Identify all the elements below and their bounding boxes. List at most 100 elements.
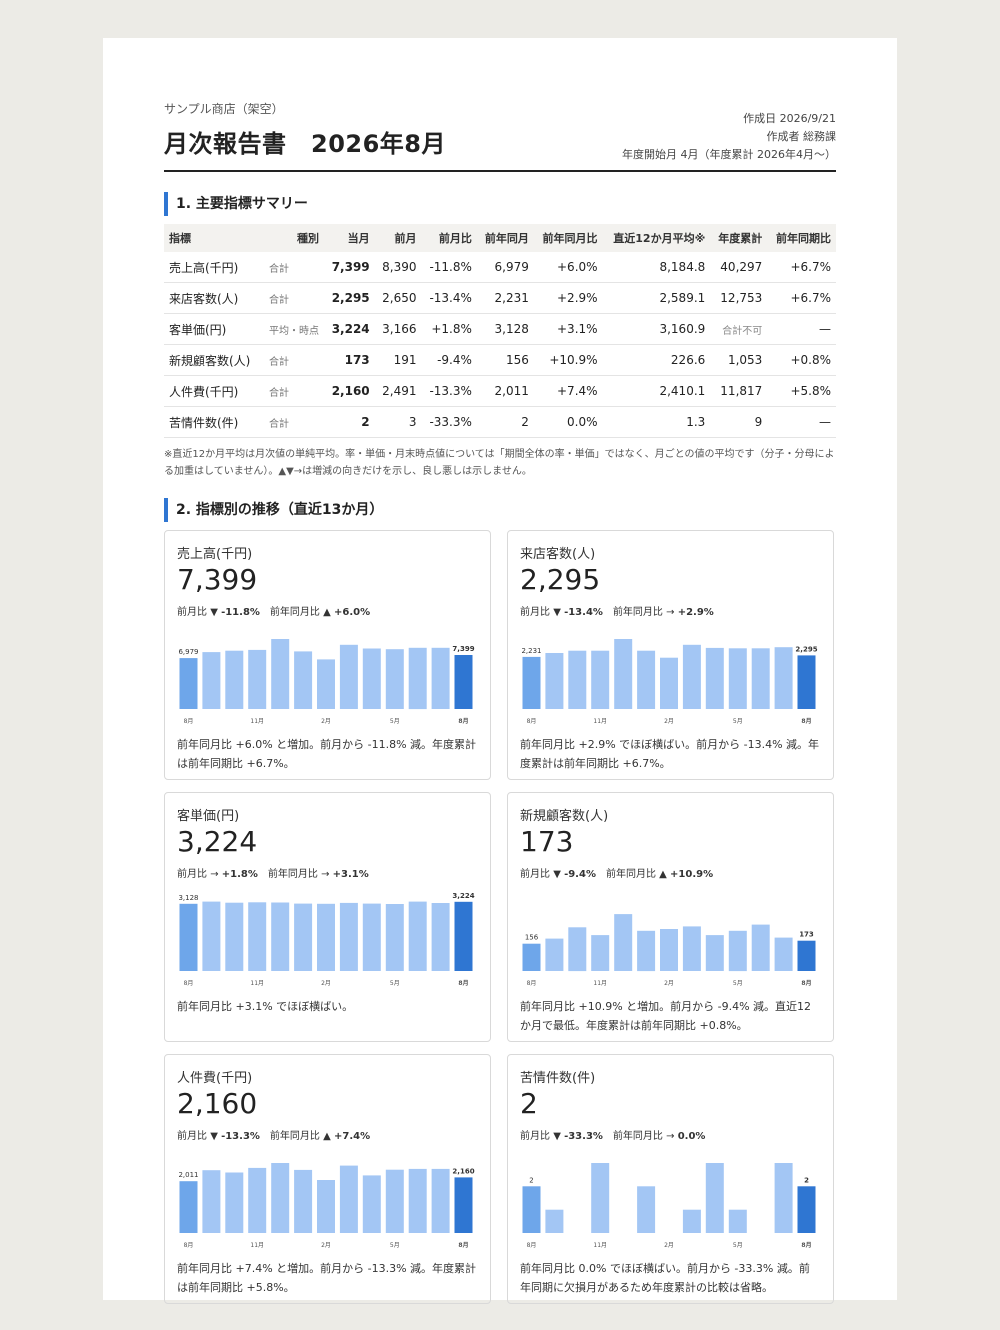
- chart-bar: [660, 657, 678, 709]
- table-cell: 2,410.1: [602, 375, 711, 407]
- yoy-value: +10.9%: [670, 869, 714, 880]
- table-cell: 2,160: [324, 375, 375, 407]
- chart-bar: [591, 1163, 610, 1233]
- chart-tick-label: 11月: [250, 718, 264, 725]
- card-title: 人件費(千円): [177, 1071, 253, 1086]
- mom-label: 前月比: [177, 607, 207, 618]
- table-cell: 6,979: [476, 252, 534, 283]
- chart-bar: [454, 655, 473, 709]
- chart-tick-label: 2月: [321, 1242, 331, 1249]
- chart-data-label: 2: [529, 1176, 533, 1184]
- yoy-label: 前年同月比: [605, 869, 656, 880]
- chart-bar: [751, 648, 770, 709]
- mom-value: -9.4%: [564, 869, 596, 880]
- table-cell: -13.3%: [421, 375, 477, 407]
- mom-arrow-icon: ▼: [553, 869, 561, 880]
- chart-tick-label: 11月: [250, 980, 264, 987]
- table-cell: +10.9%: [533, 344, 603, 376]
- table-row: 人件費(千円) 合計 2,160 2,491 -13.3% 2,011 +7.4% 2,410…: [164, 375, 836, 407]
- col-kind: 種別: [264, 224, 324, 252]
- yoy-label: 前年同月比: [269, 1131, 320, 1142]
- author: 作成者 総務課: [766, 130, 837, 143]
- chart-bar: [362, 1175, 381, 1233]
- table-cell: 9: [710, 406, 768, 438]
- table-cell: +6.0%: [533, 252, 603, 283]
- chart-tick-label: 11月: [593, 1242, 607, 1249]
- table-cell: +5.8%: [767, 375, 836, 407]
- table-cell: 1.3: [602, 406, 711, 438]
- table-cell: 11,817: [710, 375, 768, 407]
- chart-bar: [317, 659, 335, 709]
- table-note: ※直近12か月平均は月次値の単純平均。率・単価・月末時点値については「期間全体の…: [164, 449, 835, 477]
- col-ytd: 年度累計: [710, 224, 768, 252]
- mom-arrow-icon: ▼: [553, 607, 561, 618]
- col-yoy: 前年同月比: [533, 224, 603, 252]
- chart-bar: [179, 1181, 198, 1233]
- chart-tick-label: 8月: [527, 1242, 537, 1249]
- section-heading-summary: 1. 主要指標サマリー: [164, 192, 836, 216]
- card-comment: 前年同月比 +7.4% と増加。前月から -13.3% 減。年度累計は前年同期比…: [177, 1262, 477, 1294]
- chart-bar: [728, 648, 747, 709]
- created-date: 作成日 2026/9/21: [743, 112, 836, 125]
- card-delta: 前月比 ▼ -9.4% 前年同月比 ▲ +10.9%: [520, 865, 713, 880]
- fiscal-start: 年度開始月 4月（年度累計 2026年4月〜）: [622, 148, 836, 161]
- table-cell: 226.6: [602, 344, 711, 376]
- chart-tick-label: 8月: [184, 980, 194, 987]
- table-cell: —: [767, 406, 836, 438]
- table-cell: 3: [374, 406, 422, 438]
- table-cell: 2,491: [374, 375, 422, 407]
- trend-bar-chart: 2,011 2,160 8月 11月 2月 5月 8月: [178, 1163, 475, 1249]
- table-cell: -13.4%: [421, 282, 477, 314]
- chart-bar: [591, 650, 610, 709]
- yoy-arrow-icon: ▲: [659, 869, 667, 880]
- chart-bar: [225, 650, 244, 709]
- chart-bar: [568, 927, 587, 972]
- section-heading-trends: 2. 指標別の推移（直近13か月）: [164, 498, 836, 522]
- table-cell: 12,753: [710, 282, 768, 314]
- chart-bar: [225, 1172, 244, 1233]
- mom-arrow-icon: →: [210, 869, 219, 880]
- mom-label: 前月比: [520, 1131, 550, 1142]
- chart-tick-label: 5月: [733, 980, 743, 987]
- chart-bar: [454, 901, 473, 971]
- chart-bar: [637, 1186, 656, 1233]
- chart-bar: [317, 903, 335, 971]
- card-delta: 前月比 ▼ -11.8% 前年同月比 ▲ +6.0%: [177, 603, 370, 618]
- chart-bar: [591, 935, 610, 971]
- chart-data-label: 6,979: [178, 648, 198, 656]
- table-cell: +6.7%: [767, 252, 836, 283]
- yoy-label: 前年同月比: [269, 607, 320, 618]
- yoy-value: +7.4%: [334, 1131, 371, 1142]
- yoy-value: +6.0%: [334, 607, 371, 618]
- report-header: サンプル商店（架空） 月次報告書 2026年8月 作成日 2026/9/21 作…: [164, 98, 836, 172]
- table-cell: —: [767, 313, 836, 345]
- chart-tick-label: 8月: [527, 718, 537, 725]
- table-row: 新規顧客数(人) 合計 173 191 -9.4% 156 +10.9% 226.6 1,053…: [164, 344, 836, 376]
- chart-bar: [431, 647, 450, 709]
- chart-bar: [294, 1169, 313, 1233]
- card-delta: 前月比 ▼ -13.3% 前年同月比 ▲ +7.4%: [177, 1127, 370, 1142]
- card-comment: 前年同月比 +3.1% でほぼ横ばい。: [177, 1000, 354, 1013]
- table-cell: 191: [374, 344, 422, 376]
- chart-bar: [774, 647, 793, 709]
- yoy-label: 前年同月比: [267, 869, 318, 880]
- chart-bar: [385, 649, 404, 709]
- chart-bar: [431, 903, 450, 971]
- table-cell: 人件費(千円): [164, 375, 264, 407]
- mom-value: -33.3%: [564, 1131, 603, 1142]
- card-delta: 前月比 ▼ -33.3% 前年同月比 → 0.0%: [520, 1127, 705, 1142]
- mom-label: 前月比: [520, 607, 550, 618]
- mom-label: 前月比: [177, 869, 207, 880]
- chart-bar: [682, 644, 701, 709]
- col-last-year: 前年同月: [476, 224, 534, 252]
- chart-bar: [271, 902, 290, 971]
- chart-data-label: 2,011: [178, 1171, 198, 1179]
- table-cell: 2,650: [374, 282, 422, 314]
- summary-table: 指標 種別 当月 前月 前月比 前年同月 前年同月比 直近12か月平均※ 年度累…: [164, 224, 836, 438]
- chart-tick-label: 8月: [184, 1242, 194, 1249]
- card-comment: 前年同月比 +2.9% でほぼ横ばい。前月から -13.4% 減。年度累計は前年…: [520, 738, 820, 770]
- chart-bar: [362, 903, 381, 971]
- chart-tick-label: 8月: [801, 979, 811, 987]
- chart-bar: [317, 1180, 335, 1233]
- mom-value: -13.4%: [564, 607, 603, 618]
